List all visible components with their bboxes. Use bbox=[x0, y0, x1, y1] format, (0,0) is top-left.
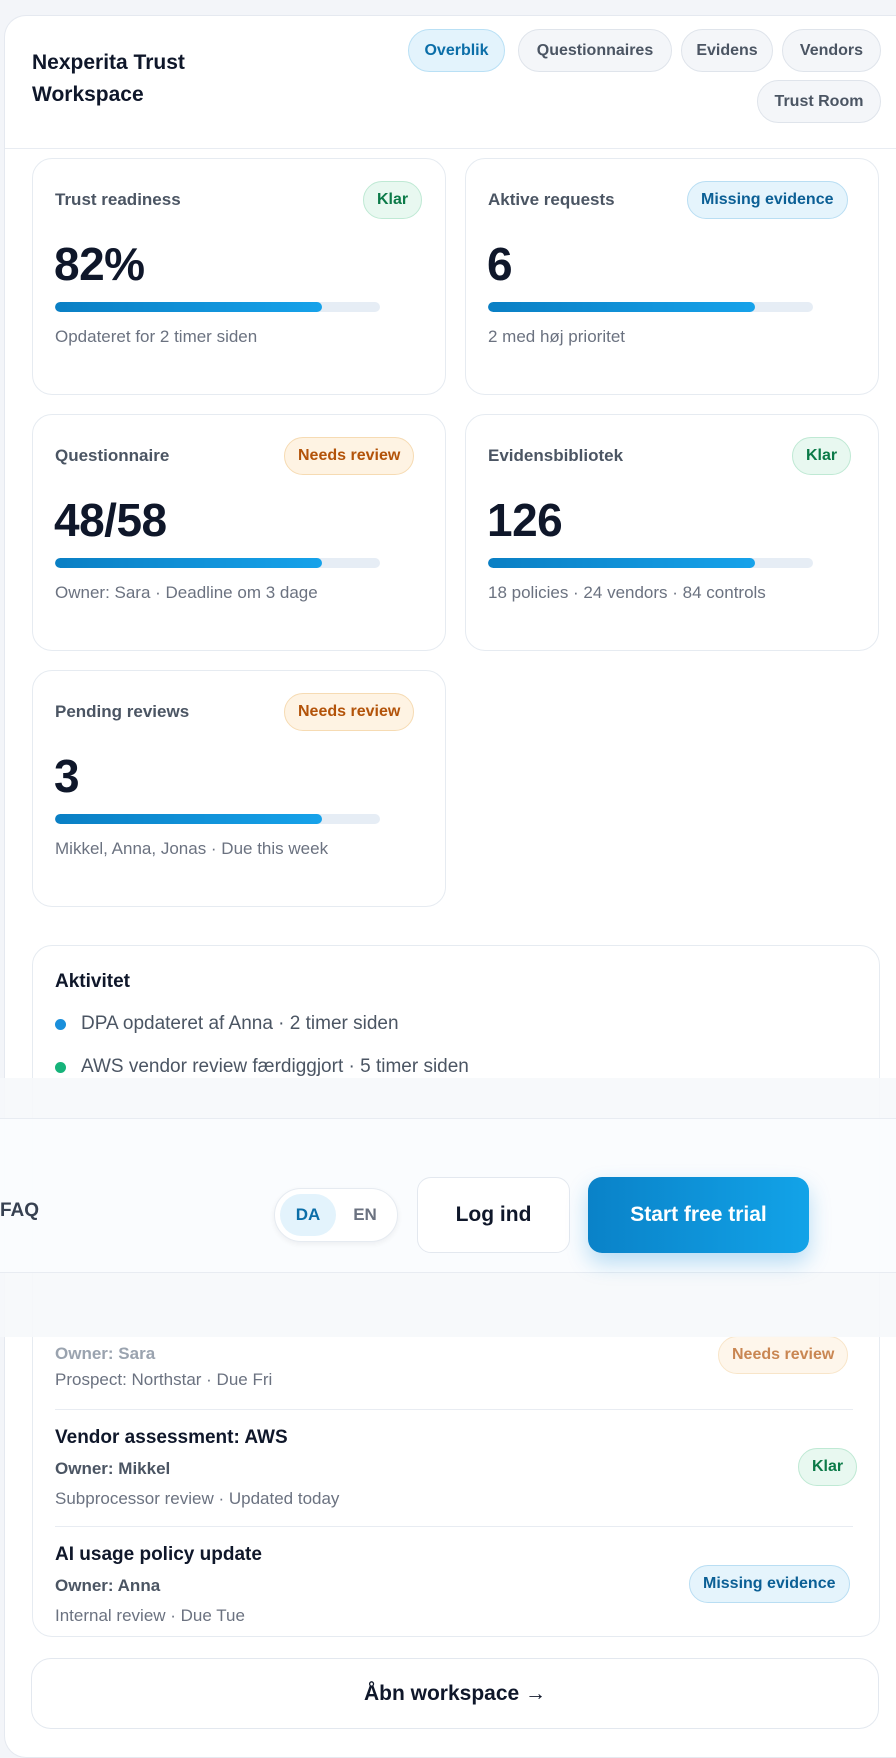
tab-evidens[interactable]: Evidens bbox=[681, 29, 773, 72]
divider bbox=[55, 1526, 853, 1527]
brand-title: Nexperita Trust Workspace bbox=[32, 51, 185, 106]
progress-fill bbox=[55, 814, 322, 824]
status-dot-icon bbox=[55, 1018, 66, 1030]
divider bbox=[55, 1409, 853, 1410]
progress-bar bbox=[55, 558, 380, 568]
open-workspace-button[interactable]: Åbn workspace → bbox=[31, 1658, 879, 1729]
stat-subtitle: 2 med høj prioritet bbox=[488, 327, 625, 346]
stat-value: 48/58 bbox=[54, 494, 167, 546]
stat-card-questionnaire: Questionnaire Needs review 48/58 Owner: … bbox=[32, 414, 446, 651]
tab-overblik[interactable]: Overblik bbox=[408, 29, 505, 72]
stat-card-evidensbibliotek: Evidensbibliotek Klar 126 18 policies · … bbox=[465, 414, 879, 651]
activity-item: DPA opdateret af Anna · 2 timer siden bbox=[55, 1013, 399, 1035]
language-switch: DA EN bbox=[274, 1188, 398, 1242]
progress-fill bbox=[488, 302, 755, 312]
stat-title: Evidensbibliotek bbox=[488, 446, 624, 465]
blur-strip bbox=[0, 1273, 896, 1337]
task-owner: Owner: Anna bbox=[55, 1576, 161, 1595]
lang-en-option[interactable]: EN bbox=[337, 1194, 393, 1236]
task-title[interactable]: AI usage policy update bbox=[55, 1544, 262, 1566]
status-dot-icon bbox=[55, 1061, 66, 1073]
blur-strip bbox=[0, 1078, 896, 1118]
task-owner: Owner: Mikkel bbox=[55, 1459, 171, 1478]
task-meta: Internal review · Due Tue bbox=[55, 1606, 245, 1625]
task-meta: Prospect: Northstar · Due Fri bbox=[55, 1370, 273, 1389]
progress-fill bbox=[488, 558, 755, 568]
tab-questionnaires[interactable]: Questionnaires bbox=[518, 29, 672, 72]
stat-title: Questionnaire bbox=[55, 446, 170, 465]
stat-subtitle: 18 policies · 24 vendors · 84 controls bbox=[488, 583, 766, 602]
start-trial-button[interactable]: Start free trial bbox=[588, 1177, 809, 1253]
task-meta: Subprocessor review · Updated today bbox=[55, 1489, 340, 1508]
stat-card-aktive-requests: Aktive requests Missing evidence 6 2 med… bbox=[465, 158, 879, 395]
stat-value: 3 bbox=[54, 750, 80, 802]
progress-bar bbox=[55, 302, 380, 312]
status-badge: Needs review bbox=[284, 437, 415, 475]
stat-subtitle: Owner: Sara · Deadline om 3 dage bbox=[55, 583, 318, 602]
status-badge: Klar bbox=[798, 1448, 858, 1486]
tab-vendors[interactable]: Vendors bbox=[782, 29, 881, 72]
status-badge: Needs review bbox=[718, 1336, 849, 1374]
stat-value: 6 bbox=[487, 238, 513, 290]
lang-da-option[interactable]: DA bbox=[280, 1194, 336, 1236]
status-badge: Klar bbox=[792, 437, 852, 475]
activity-item: AWS vendor review færdiggjort · 5 timer … bbox=[55, 1056, 469, 1078]
stat-subtitle: Opdateret for 2 timer siden bbox=[55, 327, 258, 346]
activity-text: AWS vendor review færdiggjort · 5 timer … bbox=[81, 1056, 469, 1077]
header: Nexperita Trust Workspace Overblik Quest… bbox=[5, 16, 896, 149]
task-title[interactable]: Vendor assessment: AWS bbox=[55, 1427, 288, 1449]
stat-title: Aktive requests bbox=[488, 190, 615, 209]
task-owner: Owner: Sara bbox=[55, 1344, 156, 1363]
stat-card-trust-readiness: Trust readiness Klar 82% Opdateret for 2… bbox=[32, 158, 446, 395]
status-badge: Missing evidence bbox=[689, 1565, 850, 1603]
progress-bar bbox=[55, 814, 380, 824]
progress-bar bbox=[488, 558, 813, 568]
stat-title: Pending reviews bbox=[55, 702, 190, 721]
stat-value: 82% bbox=[54, 238, 145, 290]
stat-subtitle: Mikkel, Anna, Jonas · Due this week bbox=[55, 839, 329, 858]
activity-title: Aktivitet bbox=[55, 971, 130, 992]
progress-fill bbox=[55, 302, 322, 312]
status-badge: Needs review bbox=[284, 693, 415, 731]
stat-card-pending-reviews: Pending reviews Needs review 3 Mikkel, A… bbox=[32, 670, 446, 907]
status-badge: Klar bbox=[363, 181, 423, 219]
tab-trust-room[interactable]: Trust Room bbox=[757, 80, 881, 123]
app-frame: Nexperita Trust Workspace Overblik Quest… bbox=[4, 15, 896, 1758]
login-button[interactable]: Log ind bbox=[417, 1177, 570, 1253]
progress-fill bbox=[55, 558, 322, 568]
stat-title: Trust readiness bbox=[55, 190, 181, 209]
stat-value: 126 bbox=[487, 494, 563, 546]
activity-text: DPA opdateret af Anna · 2 timer siden bbox=[81, 1013, 399, 1034]
nav-faq-link[interactable]: FAQ bbox=[0, 1200, 39, 1222]
status-badge: Missing evidence bbox=[687, 181, 848, 219]
progress-bar bbox=[488, 302, 813, 312]
